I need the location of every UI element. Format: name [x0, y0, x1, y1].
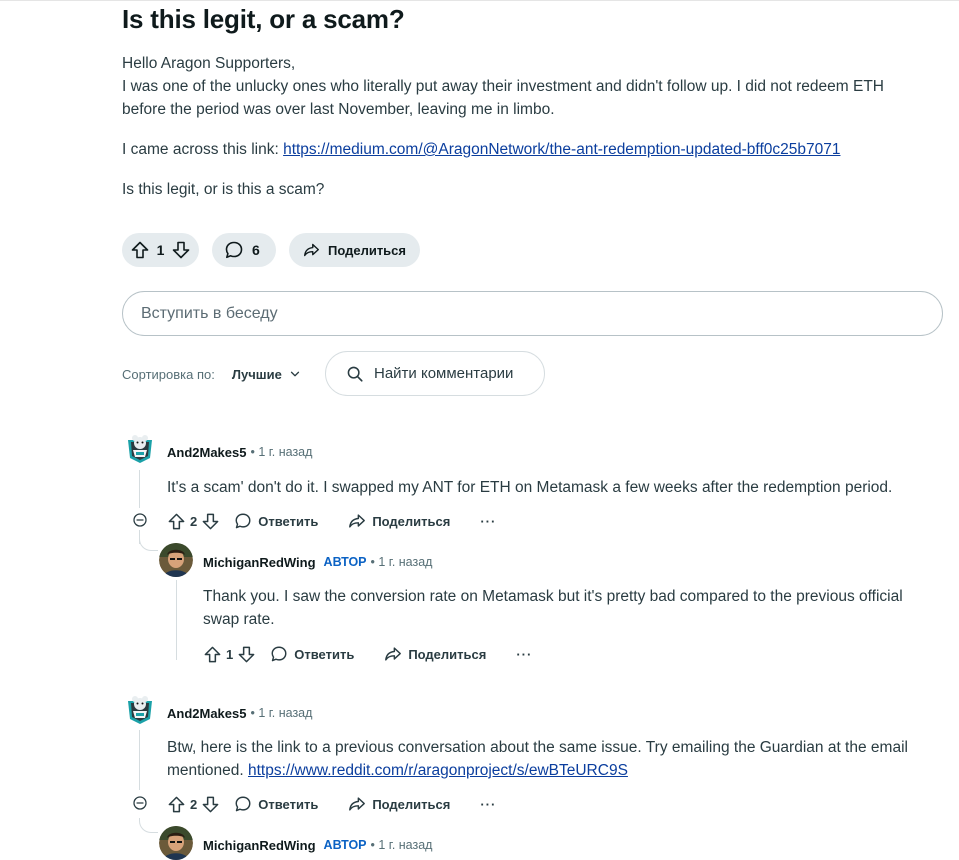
comment-actions: 2 Ответить Поделиться ···: [167, 790, 496, 818]
reply-meta: MichiganRedWing АВТОР • 1 г. назад: [203, 553, 432, 571]
comment-vote-count: 2: [190, 513, 198, 529]
op-badge: АВТОР: [323, 555, 367, 569]
comment-author[interactable]: And2Makes5: [167, 706, 246, 721]
downvote-icon[interactable]: [201, 512, 220, 531]
share-button[interactable]: Поделиться: [348, 512, 450, 530]
reply-text: Thank you. I saw the conversion rate on …: [203, 588, 903, 628]
collapse-icon[interactable]: [132, 795, 148, 811]
post-link-prefix: I came across this link:: [122, 141, 284, 158]
thread-elbow: [139, 818, 158, 833]
comment-vote-count: 2: [190, 796, 198, 812]
share-button[interactable]: Поделиться: [348, 795, 450, 813]
comment-icon: [270, 645, 288, 663]
post-title: Is this legit, or a scam?: [122, 4, 405, 34]
downvote-icon[interactable]: [237, 645, 256, 664]
avatar[interactable]: [159, 826, 193, 860]
reply-meta: MichiganRedWing АВТОР • 1 г. назад: [203, 836, 432, 854]
chevron-down-icon: [288, 367, 302, 381]
upvote-icon[interactable]: [130, 240, 150, 260]
post-paragraph: I was one of the unlucky ones who litera…: [122, 78, 885, 118]
comment-icon: [234, 512, 252, 530]
share-label: Поделиться: [372, 796, 451, 812]
search-comments-label: Найти комментарии: [374, 365, 514, 382]
reply-time: • 1 г. назад: [370, 555, 433, 569]
post-vote-count: 1: [156, 242, 165, 258]
reply-actions: 1 Ответить Поделиться ···: [203, 640, 532, 668]
share-label: Поделиться: [372, 513, 451, 529]
join-conversation-input[interactable]: Вступить в беседу: [122, 291, 943, 336]
post-share-label: Поделиться: [327, 242, 406, 258]
reply-time: • 1 г. назад: [370, 838, 433, 852]
join-conversation-placeholder: Вступить в беседу: [141, 304, 278, 322]
share-icon: [348, 512, 366, 530]
reply-label: Ответить: [294, 646, 355, 662]
avatar[interactable]: [123, 692, 157, 726]
post-body: Hello Aragon Supporters, I was one of th…: [122, 52, 922, 201]
share-icon: [303, 240, 320, 260]
reply-vote-count: 1: [226, 646, 234, 662]
comment-meta: And2Makes5 • 1 г. назад: [167, 443, 312, 461]
sort-label: Сортировка по:: [122, 366, 215, 382]
thread-line: [139, 470, 140, 508]
comment-icon: [234, 795, 252, 813]
sort-row: Сортировка по: Лучшие: [122, 352, 302, 396]
post-greeting: Hello Aragon Supporters,: [122, 55, 296, 72]
reply-label: Ответить: [258, 796, 319, 812]
reply-author[interactable]: MichiganRedWing: [203, 838, 316, 853]
post-question: Is this legit, or is this a scam?: [122, 181, 325, 198]
post-vote-pill: 1: [122, 233, 199, 267]
share-icon: [348, 795, 366, 813]
more-icon[interactable]: ···: [480, 514, 496, 529]
comment-time: • 1 г. назад: [250, 445, 313, 459]
upvote-icon[interactable]: [167, 795, 186, 814]
downvote-icon[interactable]: [171, 240, 191, 260]
more-icon[interactable]: ···: [480, 797, 496, 812]
comment-author[interactable]: And2Makes5: [167, 445, 246, 460]
top-divider: [0, 0, 959, 1]
op-badge: АВТОР: [323, 838, 367, 852]
post-comments-button[interactable]: 6: [212, 233, 276, 267]
thread-elbow: [139, 536, 158, 551]
search-icon: [346, 365, 364, 383]
post-comment-count: 6: [252, 242, 260, 258]
comment-time: • 1 г. назад: [250, 706, 313, 720]
comment-text: It's a scam' don't do it. I swapped my A…: [167, 479, 893, 496]
sort-dropdown[interactable]: Лучшие: [232, 367, 302, 382]
avatar[interactable]: [159, 543, 193, 577]
reply-button[interactable]: Ответить: [270, 645, 354, 663]
comment-link[interactable]: https://www.reddit.com/r/aragonproject/s…: [248, 762, 628, 779]
thread-line: [176, 580, 177, 660]
post-link-line: I came across this link: https://medium.…: [122, 138, 922, 161]
sort-value: Лучшие: [231, 366, 282, 382]
comment-meta: And2Makes5 • 1 г. назад: [167, 704, 312, 722]
downvote-icon[interactable]: [201, 795, 220, 814]
reply-label: Ответить: [258, 513, 319, 529]
comment-icon: [224, 240, 244, 260]
comment-actions: 2 Ответить Поделиться ···: [167, 507, 496, 535]
more-icon[interactable]: ···: [516, 647, 532, 662]
post-share-button[interactable]: Поделиться: [289, 233, 420, 267]
reply-button[interactable]: Ответить: [234, 512, 318, 530]
share-button[interactable]: Поделиться: [384, 645, 486, 663]
avatar[interactable]: [123, 431, 157, 465]
post-link[interactable]: https://medium.com/@AragonNetwork/the-an…: [283, 141, 840, 158]
share-label: Поделиться: [408, 646, 487, 662]
upvote-icon[interactable]: [167, 512, 186, 531]
comment-text: Btw, here is the link to a previous conv…: [167, 736, 937, 782]
reply-author[interactable]: MichiganRedWing: [203, 555, 316, 570]
share-icon: [384, 645, 402, 663]
thread-line: [139, 730, 140, 790]
collapse-icon[interactable]: [132, 512, 148, 528]
upvote-icon[interactable]: [203, 645, 222, 664]
reply-button[interactable]: Ответить: [234, 795, 318, 813]
search-comments-button[interactable]: Найти комментарии: [325, 351, 545, 396]
